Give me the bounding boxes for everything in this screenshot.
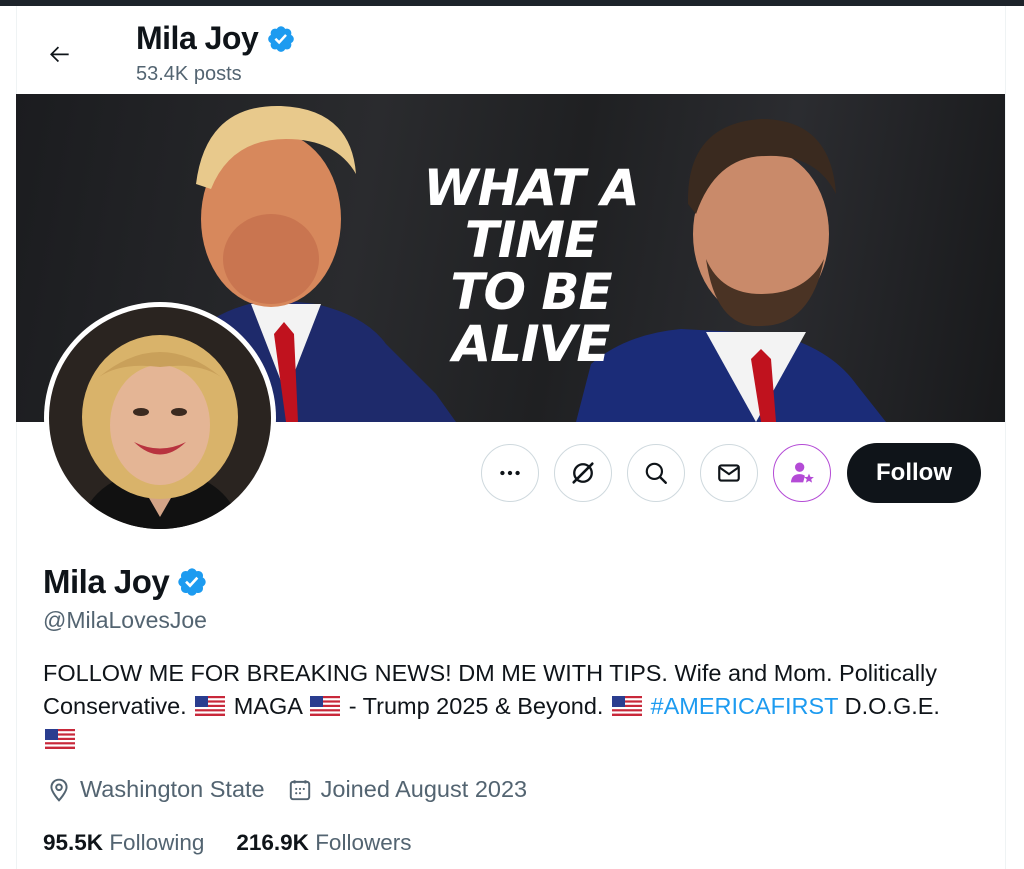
joined-text: Joined August 2023 <box>320 776 528 802</box>
followers-label: Followers <box>315 830 412 855</box>
header-name-text: Mila Joy <box>136 20 259 56</box>
following-link[interactable]: 95.5K Following <box>43 830 204 856</box>
banner-slogan: WHAT A TIME TO BE ALIVE <box>411 162 651 370</box>
verified-badge-icon[interactable] <box>176 566 208 598</box>
search-icon <box>645 462 667 484</box>
bio-text: D.O.G.E. <box>838 693 940 719</box>
bio-text: MAGA <box>233 693 309 719</box>
more-options-button[interactable] <box>481 444 539 502</box>
search-profile-button[interactable] <box>627 444 685 502</box>
location-item: Washington State <box>46 776 265 803</box>
back-button[interactable] <box>40 34 80 74</box>
location-text: Washington State <box>80 776 265 802</box>
hashtag-link[interactable]: #AMERICAFIRST <box>651 693 839 719</box>
us-flag-icon <box>611 696 642 716</box>
profile-name-text: Mila Joy <box>43 563 170 600</box>
person-star-icon <box>790 462 814 483</box>
header-title: Mila Joy <box>136 20 296 57</box>
column-border-right <box>1005 6 1006 869</box>
grok-button[interactable] <box>554 444 612 502</box>
profile-handle: @MilaLovesJoe <box>43 607 207 633</box>
following-count: 95.5K <box>43 830 104 855</box>
location-pin-icon <box>50 778 68 802</box>
follow-stats: 95.5K Following 216.9K Followers <box>43 830 443 856</box>
arrow-left-icon <box>50 46 69 63</box>
avatar-photo <box>49 307 271 529</box>
joined-item: Joined August 2023 <box>287 776 527 803</box>
post-count: 53.4K posts <box>136 63 242 85</box>
profile-header-bar: Mila Joy 53.4K posts <box>0 6 1024 94</box>
profile-name: Mila Joy <box>43 563 208 601</box>
profile-meta: Washington State Joined August 2023 <box>46 776 549 803</box>
followers-link[interactable]: 216.9K Followers <box>236 830 411 856</box>
us-flag-icon <box>195 696 226 716</box>
calendar-icon <box>289 779 310 800</box>
following-label: Following <box>109 830 205 855</box>
banner-slogan-line: TIME <box>464 211 599 269</box>
message-button[interactable] <box>700 444 758 502</box>
followers-count: 216.9K <box>236 830 309 855</box>
bio-text: - Trump 2025 & Beyond. <box>348 693 610 719</box>
grok-icon <box>572 462 594 484</box>
banner-slogan-line: TO BE <box>450 263 612 321</box>
mail-icon <box>718 464 740 482</box>
verified-badge-icon <box>268 25 295 52</box>
us-flag-icon <box>310 696 341 716</box>
profile-actions: Follow <box>481 443 981 503</box>
more-dots-icon <box>500 470 520 476</box>
us-flag-icon <box>45 729 75 749</box>
profile-bio: FOLLOW ME FOR BREAKING NEWS! DM ME WITH … <box>43 657 993 756</box>
follow-button[interactable]: Follow <box>847 443 981 503</box>
banner-slogan-line: WHAT A <box>423 159 639 217</box>
banner-slogan-line: ALIVE <box>452 315 610 373</box>
avatar[interactable] <box>44 302 276 534</box>
subscribe-button[interactable] <box>773 444 831 502</box>
